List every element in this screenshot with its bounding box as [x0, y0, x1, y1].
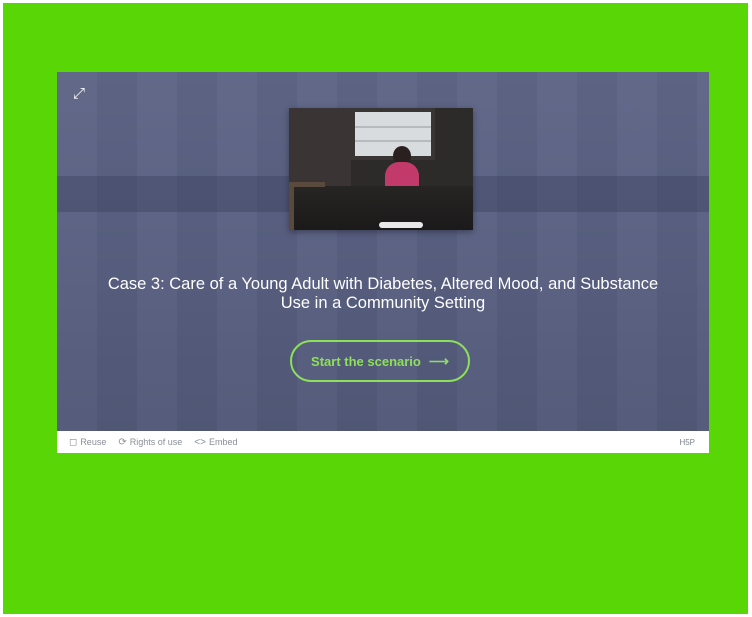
rights-of-use-label: Rights of use: [129, 437, 183, 447]
page-background: ⤢ Case 3: Care of a Young Adult with Dia…: [3, 3, 748, 614]
cover-image: [289, 108, 473, 230]
plate-shape: [379, 222, 423, 228]
reuse-label: Reuse: [80, 437, 107, 447]
reuse-button[interactable]: ◻ Reuse: [69, 437, 106, 448]
h5p-player: ⤢ Case 3: Care of a Young Adult with Dia…: [57, 72, 709, 453]
embed-icon: <>: [194, 436, 206, 448]
start-scenario-button[interactable]: Start the scenario ⟶: [290, 340, 470, 382]
arrow-right-icon: ⟶: [428, 352, 449, 369]
copyright-icon: ⟳: [118, 436, 127, 448]
reuse-icon: ◻: [69, 436, 78, 448]
chair-shape: [289, 182, 325, 230]
player-footer: ◻ Reuse ⟳ Rights of use <> Embed H5P: [57, 431, 709, 453]
embed-button[interactable]: <> Embed: [194, 437, 237, 448]
h5p-logo[interactable]: H5P: [679, 438, 695, 447]
scenario-stage: ⤢ Case 3: Care of a Young Adult with Dia…: [57, 72, 709, 431]
expand-icon[interactable]: ⤢: [69, 84, 89, 104]
person-body-shape: [385, 162, 419, 188]
scenario-title: Case 3: Care of a Young Adult with Diabe…: [107, 275, 659, 312]
rights-of-use-button[interactable]: ⟳ Rights of use: [118, 437, 182, 448]
start-scenario-label: Start the scenario: [311, 353, 421, 369]
embed-label: Embed: [208, 437, 238, 447]
